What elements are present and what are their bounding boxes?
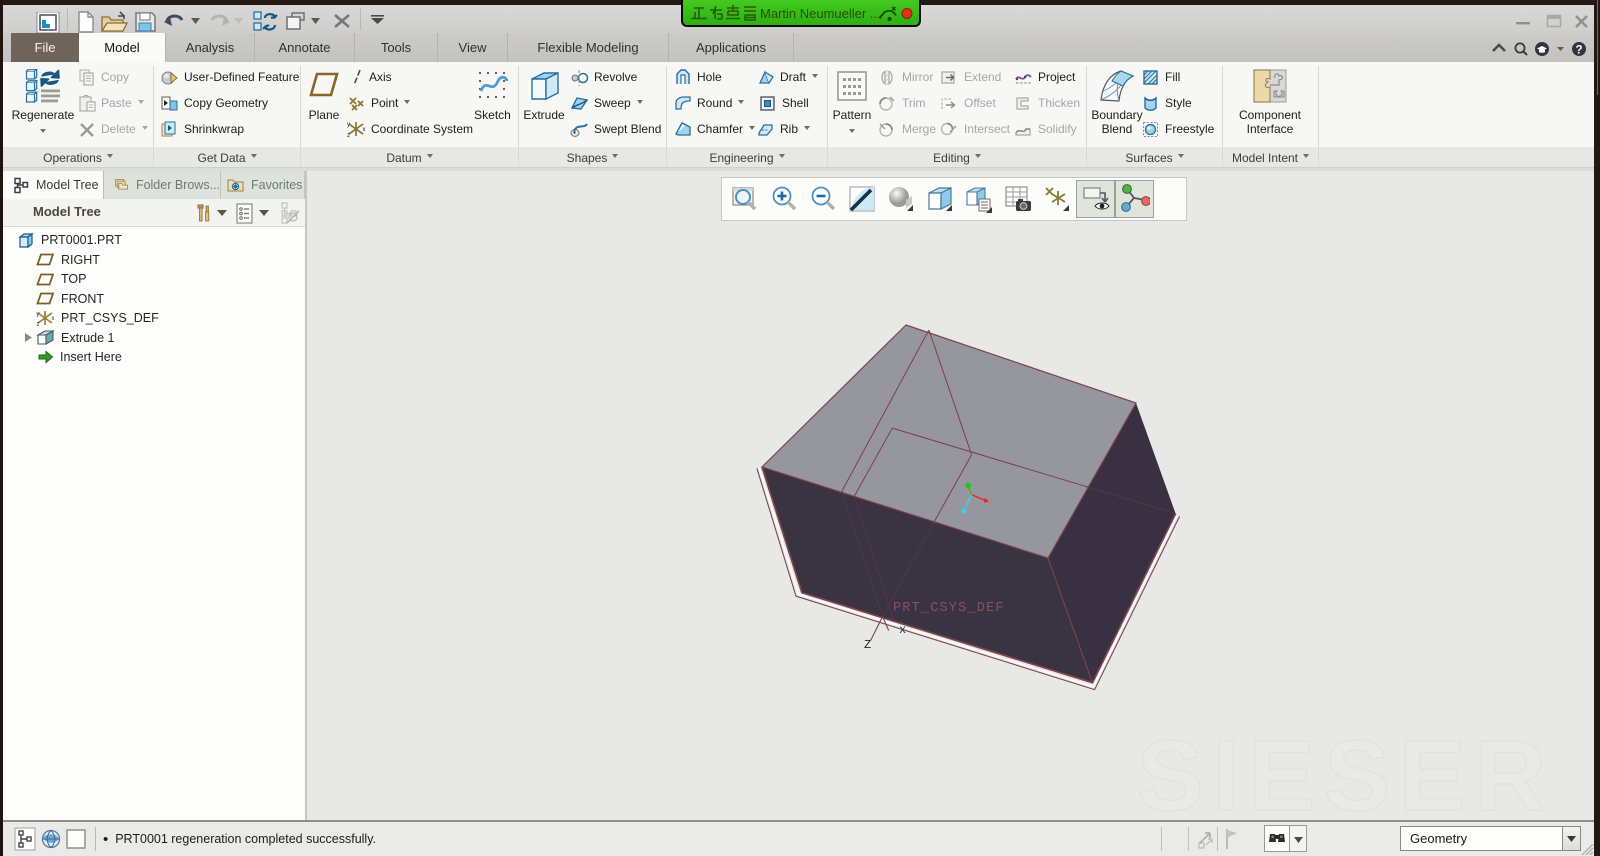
svg-text:?: ? [1575,44,1582,56]
svg-text:z: z [347,133,350,138]
svg-text:Z: Z [864,638,871,652]
svg-text:x: x [363,127,366,133]
svg-text:y: y [37,312,40,318]
svg-text:y: y [871,601,878,615]
svg-text:y: y [347,122,350,128]
svg-text:x: x [52,316,55,322]
svg-text:PRT_CSYS_DEF: PRT_CSYS_DEF [893,601,1005,616]
svg-text:Martin Neumueller ...: Martin Neumueller ... [760,6,881,21]
svg-text:z: z [37,322,40,327]
svg-text:x: x [899,623,906,637]
